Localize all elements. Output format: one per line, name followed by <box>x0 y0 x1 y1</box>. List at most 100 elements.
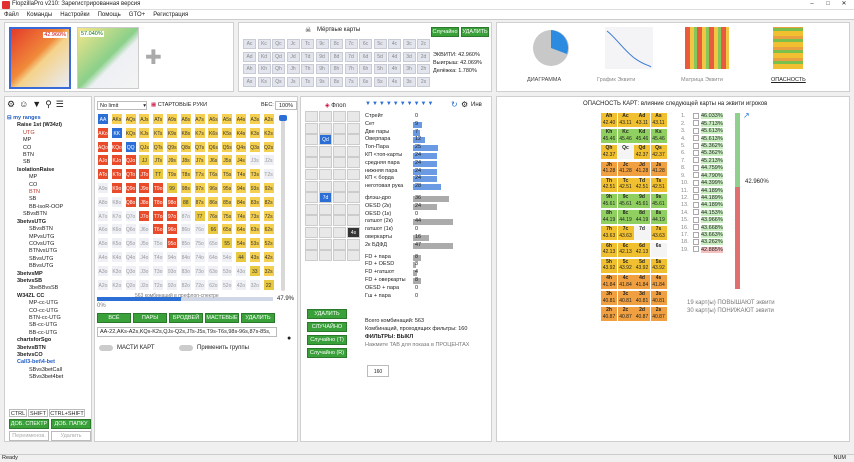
board-card[interactable] <box>305 238 318 250</box>
hand-cell[interactable]: Q9s <box>166 140 178 153</box>
hand-cell[interactable]: T2s <box>262 168 275 181</box>
hand-cell[interactable]: A8s <box>179 113 192 125</box>
hand-cell[interactable]: 87s <box>193 195 206 208</box>
hand-cell[interactable]: J3s <box>248 154 261 167</box>
board-card[interactable] <box>347 192 360 204</box>
hand-cell[interactable]: KJs <box>138 126 151 139</box>
board-card[interactable] <box>347 145 360 157</box>
hand-cell[interactable]: A5o <box>97 237 109 250</box>
hand-cell[interactable]: 84s <box>235 195 247 208</box>
hand-cell[interactable]: T3s <box>248 168 261 181</box>
board-card[interactable] <box>333 227 346 238</box>
dead-card[interactable]: 4h <box>388 64 401 74</box>
tree-item[interactable]: BTN <box>7 189 89 196</box>
hand-cell[interactable]: K3s <box>248 126 261 139</box>
hand-cell[interactable]: TT <box>152 168 165 181</box>
board-card[interactable]: 7d <box>319 192 332 204</box>
hand-cell[interactable]: Q6s <box>207 140 220 153</box>
filter-row[interactable]: гатшот (1к) 0 <box>365 226 487 234</box>
tree-item[interactable]: BTN-cc-UTG <box>7 315 89 322</box>
hand-cell[interactable]: K7s <box>193 126 206 139</box>
hand-cell[interactable]: KTo <box>110 168 123 181</box>
dead-card[interactable]: 8s <box>330 76 343 87</box>
tree-item[interactable]: MP <box>7 174 89 181</box>
hand-cell[interactable]: 64o <box>207 251 220 263</box>
tree-item[interactable]: MP-cc-UTG <box>7 300 89 307</box>
filter-row[interactable]: нижняя пара 24 <box>365 168 487 176</box>
board-card[interactable]: 4s <box>347 227 360 238</box>
hand-cell[interactable]: 98o <box>166 195 178 208</box>
hand-cell[interactable]: K7o <box>110 209 123 222</box>
filter-row[interactable]: FD + OESD 3 <box>365 261 487 269</box>
hand-cell[interactable]: T9s <box>166 168 178 181</box>
dead-card[interactable]: Jd <box>286 51 300 62</box>
hand-cell[interactable]: T6o <box>152 223 165 236</box>
dead-card[interactable]: 2d <box>417 51 430 62</box>
hand-cell[interactable]: K6o <box>110 223 123 236</box>
hand-cell[interactable]: 83o <box>179 264 192 277</box>
filter-row[interactable]: OESD + пара 0 <box>365 285 487 293</box>
hand-cell[interactable]: 85o <box>179 237 192 250</box>
hand-cell[interactable]: 52o <box>221 278 234 291</box>
dead-card[interactable]: Ts <box>301 76 314 87</box>
tab-equity-matrix[interactable]: Матрица Эквити <box>677 27 741 89</box>
hand-cell[interactable]: T8s <box>179 168 192 181</box>
hand-cell[interactable]: T6s <box>207 168 220 181</box>
hand-cell[interactable]: T4s <box>235 168 247 181</box>
filter-row[interactable]: OESD (2к) 24 <box>365 203 487 211</box>
hand-cell[interactable]: 75o <box>193 237 206 250</box>
hand-cell[interactable]: K2s <box>262 126 275 139</box>
dead-card[interactable]: 5h <box>373 64 387 74</box>
add-folder-button[interactable]: ДОБ. ПАПКУ <box>51 419 91 429</box>
hand-cell[interactable]: JTo <box>138 168 151 181</box>
dead-card[interactable]: 2s <box>417 76 430 87</box>
dead-card[interactable]: 6c <box>359 39 372 49</box>
flop-random-button[interactable]: СЛУЧАЙНО <box>307 322 347 332</box>
board-card[interactable] <box>305 203 318 215</box>
hand-cell[interactable]: J2s <box>262 154 275 167</box>
filter-row[interactable]: FD + пара 8 <box>365 254 487 262</box>
hand-cell[interactable]: K8o <box>110 195 123 208</box>
hand-cell[interactable]: K9s <box>166 126 178 139</box>
hand-cell[interactable]: 76o <box>193 223 206 236</box>
tree-item[interactable]: 3beBBvsSB <box>7 285 89 292</box>
hand-cell[interactable]: 97s <box>193 182 206 194</box>
tree-item[interactable]: Call3-bet\4-bet <box>7 359 89 366</box>
hand-cell[interactable]: A8o <box>97 195 109 208</box>
hand-cell[interactable]: JJ <box>138 154 151 167</box>
close-icon[interactable]: ✕ <box>836 0 852 9</box>
hand-cell[interactable]: 97o <box>166 209 178 222</box>
filter-row[interactable]: КП <топ-карты 24 <box>365 152 487 160</box>
filter-row[interactable]: 2к БДФД 47 <box>365 242 487 250</box>
flop-random-r-button[interactable]: Случайно (R) <box>307 348 347 358</box>
hand-cell[interactable]: Q2s <box>262 140 275 153</box>
hand-cell[interactable]: 77 <box>193 209 206 222</box>
hand-cell[interactable]: 62s <box>262 223 275 236</box>
dead-card[interactable]: 8c <box>330 39 343 49</box>
weight-input[interactable]: 100% <box>275 101 297 110</box>
range-text-input[interactable]: AA-22,AKs-A2s,KQs-K2s,QJs-Q2s,JTs-J5s,T9… <box>97 327 277 337</box>
gear-icon[interactable]: ⚙ <box>461 100 468 109</box>
filter-row[interactable]: оверкарты 16 <box>365 234 487 242</box>
hand-cell[interactable]: K3o <box>110 264 123 277</box>
menu-register[interactable]: Регистрация <box>153 12 188 18</box>
board-card[interactable]: Qd <box>319 134 332 146</box>
hand-cell[interactable]: J6s <box>207 154 220 167</box>
board-card[interactable] <box>305 157 318 169</box>
hand-cell[interactable]: 72s <box>262 209 275 222</box>
filter-row[interactable]: Две пары 7 <box>365 129 487 137</box>
hand-cell[interactable]: J4s <box>235 154 247 167</box>
toggle-switch[interactable] <box>179 345 193 351</box>
tree-item[interactable]: SBvsUTG <box>7 256 89 263</box>
board-card[interactable] <box>319 203 332 215</box>
board-card[interactable] <box>333 169 346 180</box>
dead-card[interactable]: 3c <box>402 39 416 49</box>
board-card[interactable] <box>305 215 318 227</box>
board-card[interactable] <box>305 122 318 134</box>
filter-row[interactable]: флэш-дро 36 <box>365 195 487 203</box>
hand-cell[interactable]: 74s <box>235 209 247 222</box>
hand-cell[interactable]: T9o <box>152 182 165 194</box>
dead-card[interactable]: 8d <box>330 51 343 62</box>
hand-cell[interactable]: K4o <box>110 251 123 263</box>
hand-cell[interactable]: 83s <box>248 195 261 208</box>
